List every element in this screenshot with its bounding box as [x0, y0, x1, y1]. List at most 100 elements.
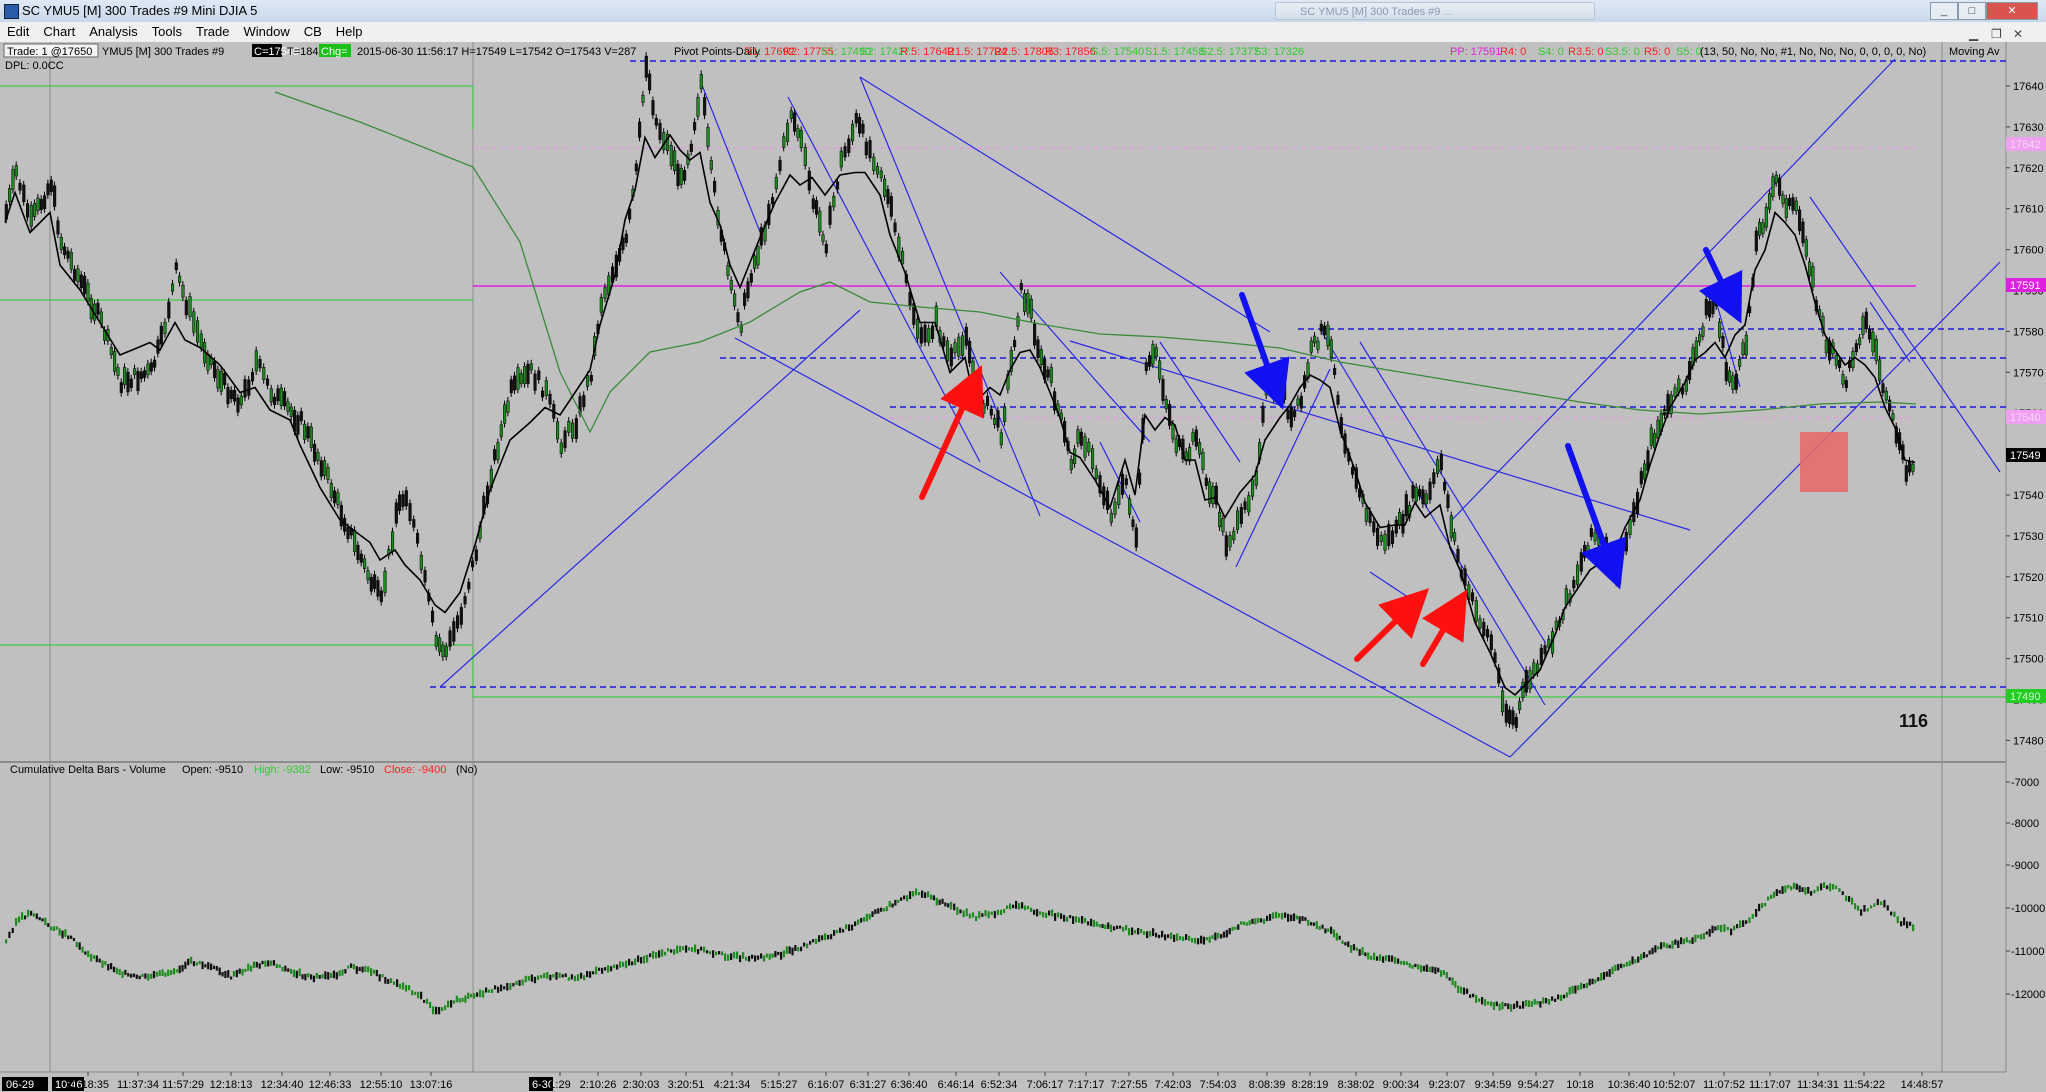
menu-cb[interactable]: CB [297, 22, 329, 42]
menu-help[interactable]: Help [329, 22, 370, 42]
delta-bar [1084, 917, 1087, 923]
delta-bar [818, 935, 821, 942]
candle-body [529, 363, 533, 371]
delta-bar [235, 969, 238, 978]
candle-body [796, 128, 800, 138]
delta-bar [27, 909, 30, 917]
candle-body [799, 130, 803, 148]
delta-bar [1355, 947, 1358, 951]
delta-bar [762, 955, 766, 962]
delta-bar [1290, 914, 1293, 922]
delta-bar [1548, 999, 1551, 1005]
candle-body [1804, 239, 1808, 257]
delta-bar [1107, 922, 1110, 930]
delta-bar [332, 970, 336, 979]
delta-bar [830, 934, 833, 940]
candle-body [1158, 360, 1162, 380]
child-minimize-icon[interactable]: ▁ [1962, 24, 1985, 44]
candle-body [181, 284, 185, 298]
candle-body [1579, 552, 1583, 572]
candle-body [236, 397, 240, 413]
candle-body [1313, 335, 1317, 344]
candle-body [223, 372, 227, 386]
minimize-button[interactable]: _ [1930, 2, 1958, 20]
candle-body [254, 350, 258, 372]
menu-chart[interactable]: Chart [36, 22, 82, 42]
delta-bar [417, 991, 420, 999]
candle-body [1236, 510, 1240, 530]
delta-bar [338, 970, 341, 977]
delta-bar [1087, 921, 1090, 926]
delta-bar [221, 972, 224, 977]
delta-bar [310, 974, 313, 980]
delta-bar [833, 930, 836, 936]
delta-bar [1457, 985, 1460, 994]
delta-bar [252, 961, 256, 968]
delta-bar [1170, 932, 1173, 940]
candle-body [1514, 717, 1518, 728]
app-icon [4, 4, 19, 19]
time-axis-label: 7:54:03 [1200, 1079, 1237, 1091]
delta-bar [1536, 1000, 1539, 1005]
delta-bar [1119, 925, 1122, 929]
menu-tools[interactable]: Tools [145, 22, 189, 42]
candle-body [269, 388, 273, 403]
delta-bar [965, 908, 968, 917]
candle-body [59, 236, 63, 250]
delta-bar [1287, 913, 1290, 922]
delta-bar [290, 968, 293, 974]
candle-body [1478, 618, 1482, 629]
candle-body [83, 275, 87, 295]
candle-body [459, 607, 463, 625]
pivot-level-label: S.5: 17540 [1091, 46, 1144, 58]
delta-bar [1764, 902, 1767, 907]
candle-body [391, 531, 395, 552]
candle-body [883, 178, 887, 197]
red-zone-rectangle[interactable] [1800, 432, 1848, 492]
delta-bar [1460, 986, 1463, 994]
delta-bar [1527, 1000, 1531, 1007]
delta-bar [1330, 926, 1333, 934]
delta-bar [1122, 927, 1125, 932]
delta-bar [381, 974, 384, 978]
candle-body [1774, 174, 1778, 184]
candle-body [599, 297, 603, 313]
delta-bar [432, 1006, 435, 1015]
delta-bar [461, 997, 464, 1002]
delta-bar [1775, 889, 1778, 897]
delta-bar [452, 1000, 456, 1004]
child-close-icon[interactable]: ✕ [2006, 24, 2030, 44]
delta-bar [1021, 902, 1024, 909]
delta-bar [981, 913, 984, 917]
delta-bar [906, 895, 909, 902]
delta-bar [586, 970, 589, 978]
menu-analysis[interactable]: Analysis [82, 22, 144, 42]
chart-area[interactable]: Trade: 1 @17650 YMU5 [M] 300 Trades #9 C… [0, 42, 2046, 1092]
menu-trade[interactable]: Trade [189, 22, 236, 42]
delta-pane[interactable] [0, 762, 2006, 1072]
delta-bar [195, 962, 198, 966]
candle-body [1289, 406, 1293, 428]
delta-bar [1149, 930, 1152, 937]
candle-body [1247, 495, 1251, 513]
delta-bar [1463, 987, 1466, 995]
delta-bar [1876, 898, 1879, 906]
r5-tag: 17642 [2010, 139, 2041, 151]
menu-edit[interactable]: Edit [0, 22, 36, 42]
delta-bar [372, 969, 376, 974]
menu-window[interactable]: Window [236, 22, 296, 42]
candle-body [1511, 710, 1515, 726]
delta-bar [1161, 930, 1164, 938]
candle-body [1456, 548, 1460, 562]
background-window-tab[interactable]: SC YMU5 [M] 300 Trades #9 ... [1275, 2, 1595, 20]
delta-bar [1739, 920, 1742, 928]
time-axis-label: 5:15:27 [761, 1079, 798, 1091]
delta-bar [1045, 912, 1048, 919]
delta-bar [1197, 938, 1200, 945]
price-pane[interactable] [0, 42, 2006, 762]
close-button[interactable]: ✕ [1986, 2, 2038, 20]
candle-body [1576, 564, 1580, 585]
candle-body [815, 200, 819, 215]
delta-bar [1642, 952, 1646, 959]
maximize-button[interactable]: □ [1958, 2, 1986, 20]
